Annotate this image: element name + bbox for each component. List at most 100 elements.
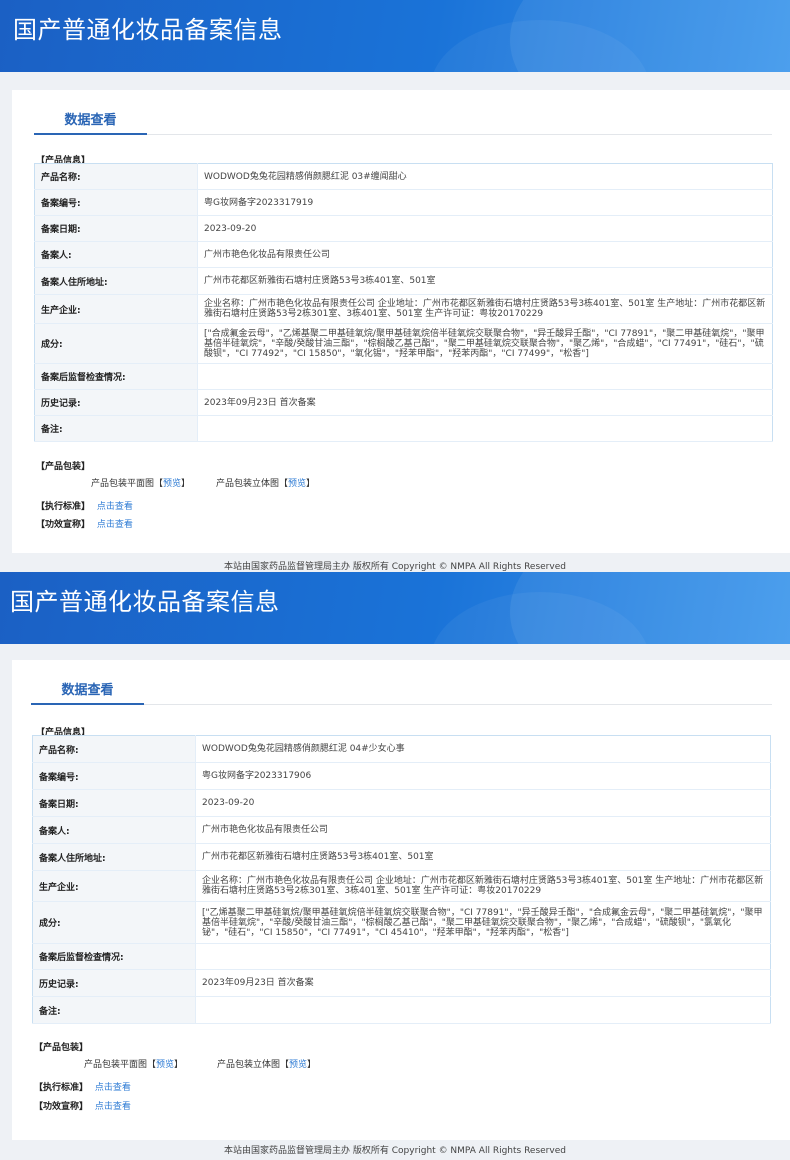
standard-label: 【执行标准】 (36, 502, 91, 512)
field-label: 生产企业: (32, 870, 196, 902)
efficacy-row: 【功效宣称】 点击查看 (34, 1099, 131, 1112)
field-value (197, 415, 773, 442)
field-label: 备注: (34, 415, 198, 442)
table-row: 生产企业: 企业名称：广州市艳色化妆品有限责任公司 企业地址：广州市花都区新雅街石… (34, 294, 773, 324)
package-flat-label: 产品包装平面图 (91, 479, 155, 489)
package-flat-label: 产品包装平面图 (84, 1060, 148, 1070)
tab-label: 数据查看 (64, 113, 117, 128)
standard-view-link[interactable]: 点击查看 (95, 1083, 131, 1093)
package-flat-item: 产品包装平面图【预览】 (84, 1057, 183, 1070)
bracket-close: 】 (307, 1060, 317, 1070)
table-row: 备案人住所地址: 广州市花都区新雅街石塘村庄贤路53号3栋401室、501室 (34, 267, 773, 295)
tab-data-view[interactable]: 数据查看 (31, 675, 144, 705)
tab-label: 数据查看 (61, 683, 114, 698)
standard-view-link[interactable]: 点击查看 (97, 502, 133, 512)
field-value (195, 943, 771, 970)
package-heading: 【产品包装】 (36, 462, 91, 472)
page-title: 国产普通化妆品备案信息 (13, 16, 283, 44)
bracket-open: 【 (154, 479, 164, 489)
preview-flat-link[interactable]: 预览 (156, 1060, 174, 1070)
efficacy-view-link[interactable]: 点击查看 (95, 1102, 131, 1112)
field-label: 生产企业: (34, 294, 198, 324)
product-info-table: 产品名称: WODWOD兔兔花园精感俏颜腮红泥 03#缠闻甜心 备案编号: 粤G妆网… (34, 163, 773, 442)
field-value: ["合成氟金云母"，"乙烯基聚二甲基硅氧烷/聚甲基硅氧烷倍半硅氧烷交联聚合物"，… (197, 323, 773, 364)
field-label: 备案日期: (34, 215, 198, 242)
field-label: 备案人住所地址: (34, 267, 198, 295)
table-row: 备案编号: 粤G妆网备字2023317906 (32, 762, 771, 790)
bracket-close: 】 (306, 479, 316, 489)
product-info-table: 产品名称: WODWOD兔兔花园精感俏颜腮红泥 04#少女心事 备案编号: 粤G妆网… (32, 735, 771, 1024)
field-value: 广州市花都区新雅街石塘村庄贤路53号3栋401室、501室 (197, 267, 773, 295)
field-value: 企业名称：广州市艳色化妆品有限责任公司 企业地址：广州市花都区新雅街石塘村庄贤路… (197, 294, 773, 324)
page-title: 国产普通化妆品备案信息 (10, 588, 280, 616)
preview-flat-link[interactable]: 预览 (163, 479, 181, 489)
footer-copyright: 本站由国家药品监督管理局主办 版权所有 Copyright © NMPA All… (224, 562, 566, 572)
table-row: 产品名称: WODWOD兔兔花园精感俏颜腮红泥 03#缠闻甜心 (34, 163, 773, 190)
field-value: 广州市花都区新雅街石塘村庄贤路53号3栋401室、501室 (195, 843, 771, 871)
package-3d-label: 产品包装立体图 (216, 479, 280, 489)
header-banner: 国产普通化妆品备案信息 (0, 0, 790, 72)
bracket-close: 】 (181, 479, 191, 489)
field-value (197, 363, 773, 390)
table-row: 生产企业: 企业名称：广州市艳色化妆品有限责任公司 企业地址：广州市花都区新雅街石… (32, 870, 771, 902)
table-row: 备注: (34, 415, 773, 442)
tab-bar: 数据查看 (34, 90, 772, 135)
package-3d-label: 产品包装立体图 (217, 1060, 281, 1070)
table-row: 历史记录: 2023年09月23日 首次备案 (32, 969, 771, 997)
preview-3d-link[interactable]: 预览 (289, 1060, 307, 1070)
table-row: 备案后监督检查情况: (34, 363, 773, 390)
field-label: 产品名称: (34, 163, 198, 190)
table-row: 备注: (32, 996, 771, 1024)
footer-copyright: 本站由国家药品监督管理局主办 版权所有 Copyright © NMPA All… (224, 1146, 566, 1156)
field-value: WODWOD兔兔花园精感俏颜腮红泥 04#少女心事 (195, 735, 771, 763)
table-row: 历史记录: 2023年09月23日 首次备案 (34, 389, 773, 416)
table-row: 备案编号: 粤G妆网备字2023317919 (34, 189, 773, 216)
table-row: 成分: ["乙烯基聚二甲基硅氧烷/聚甲基硅氧烷倍半硅氧烷交联聚合物"，"CI 77… (32, 901, 771, 944)
package-3d-item: 产品包装立体图【预览】 (217, 1057, 316, 1070)
field-value: 2023年09月23日 首次备案 (197, 389, 773, 416)
field-label: 产品名称: (32, 735, 196, 763)
table-row: 备案人: 广州市艳色化妆品有限责任公司 (32, 816, 771, 844)
table-row: 备案人: 广州市艳色化妆品有限责任公司 (34, 241, 773, 268)
field-value: ["乙烯基聚二甲基硅氧烷/聚甲基硅氧烷倍半硅氧烷交联聚合物"，"CI 77891… (195, 901, 771, 944)
record-2: 国产普通化妆品备案信息 数据查看 【产品信息】 产品名称: WODWOD兔兔花园精… (0, 572, 790, 1160)
field-value: 粤G妆网备字2023317906 (195, 762, 771, 790)
field-value: WODWOD兔兔花园精感俏颜腮红泥 03#缠闻甜心 (197, 163, 773, 190)
field-value: 广州市艳色化妆品有限责任公司 (197, 241, 773, 268)
table-row: 备案后监督检查情况: (32, 943, 771, 970)
bracket-open: 【 (147, 1060, 157, 1070)
field-value: 粤G妆网备字2023317919 (197, 189, 773, 216)
package-heading: 【产品包装】 (34, 1043, 89, 1053)
tab-bar: 数据查看 (31, 660, 772, 705)
record-1: 国产普通化妆品备案信息 数据查看 【产品信息】 产品名称: WODWOD兔兔花园精… (0, 0, 790, 572)
field-value: 2023-09-20 (197, 215, 773, 242)
efficacy-label: 【功效宣称】 (36, 520, 91, 530)
field-label: 备案后监督检查情况: (32, 943, 196, 970)
table-row: 成分: ["合成氟金云母"，"乙烯基聚二甲基硅氧烷/聚甲基硅氧烷倍半硅氧烷交联聚合… (34, 323, 773, 364)
bracket-close: 】 (174, 1060, 184, 1070)
field-label: 备注: (32, 996, 196, 1024)
content-card: 数据查看 【产品信息】 产品名称: WODWOD兔兔花园精感俏颜腮红泥 03#缠闻… (12, 90, 790, 553)
efficacy-view-link[interactable]: 点击查看 (97, 520, 133, 530)
field-label: 备案人: (34, 241, 198, 268)
field-label: 备案编号: (32, 762, 196, 790)
package-flat-item: 产品包装平面图【预览】 (91, 476, 190, 489)
field-label: 历史记录: (34, 389, 198, 416)
bracket-open: 【 (280, 1060, 290, 1070)
tab-data-view[interactable]: 数据查看 (34, 105, 147, 135)
field-label: 备案日期: (32, 789, 196, 817)
field-label: 成分: (34, 323, 198, 364)
preview-3d-link[interactable]: 预览 (288, 479, 306, 489)
field-value (195, 996, 771, 1024)
table-row: 备案日期: 2023-09-20 (34, 215, 773, 242)
table-row: 备案人住所地址: 广州市花都区新雅街石塘村庄贤路53号3栋401室、501室 (32, 843, 771, 871)
field-value: 2023-09-20 (195, 789, 771, 817)
table-row: 备案日期: 2023-09-20 (32, 789, 771, 817)
field-label: 备案人住所地址: (32, 843, 196, 871)
standard-row: 【执行标准】 点击查看 (36, 499, 133, 512)
field-value: 企业名称：广州市艳色化妆品有限责任公司 企业地址：广州市花都区新雅街石塘村庄贤路… (195, 870, 771, 902)
field-value: 2023年09月23日 首次备案 (195, 969, 771, 997)
header-banner: 国产普通化妆品备案信息 (0, 572, 790, 644)
field-label: 备案后监督检查情况: (34, 363, 198, 390)
efficacy-label: 【功效宣称】 (34, 1102, 89, 1112)
